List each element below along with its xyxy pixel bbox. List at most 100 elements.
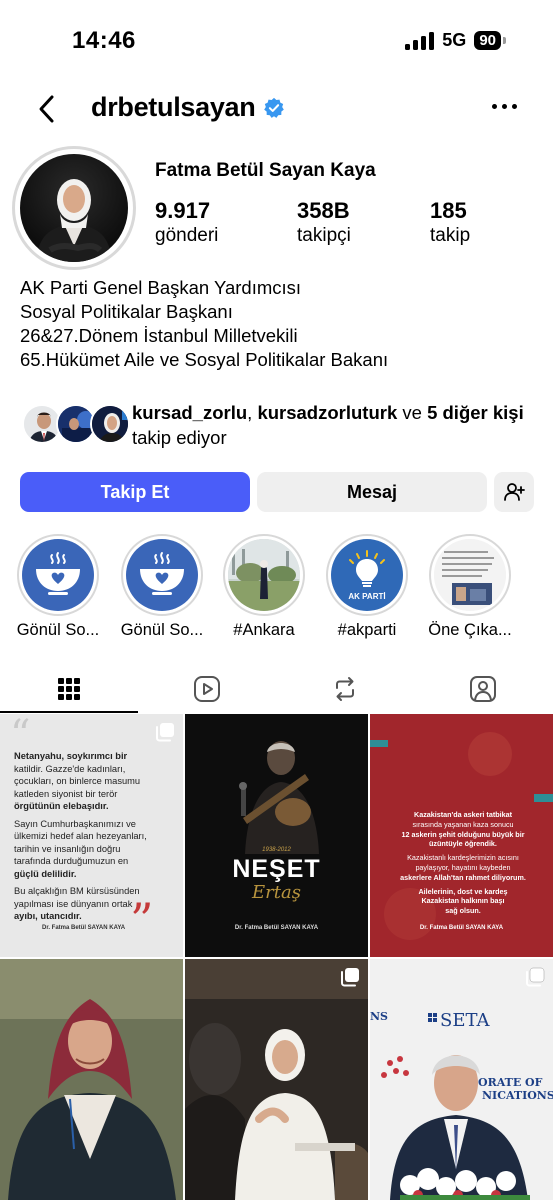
stat-following[interactable]: 185 takip: [430, 198, 470, 248]
grid-post[interactable]: [0, 959, 183, 1200]
message-button[interactable]: Mesaj: [257, 472, 487, 512]
status-indicators: 5G 90: [405, 30, 506, 51]
active-tab-indicator: [0, 711, 138, 713]
carousel-icon: [156, 723, 174, 742]
post-text-line: paylaşıyor, hayatını kaybeden: [415, 862, 511, 872]
stat-posts[interactable]: 9.917 gönderi: [155, 198, 297, 248]
post-text-line: üzüntüyle öğrendik.: [429, 839, 497, 849]
grid-post[interactable]: SETA ORATE OF NICATIONS NS: [370, 959, 553, 1200]
highlight-item[interactable]: Gönül So...: [117, 534, 207, 640]
conjunction: ve: [397, 402, 428, 423]
post-text-line: güçlü delilidir.: [14, 868, 77, 879]
post-text-line: 12 askerin şehit olduğunu büyük bir: [401, 829, 525, 839]
mutual-avatars: [22, 400, 132, 448]
battery-icon: 90: [474, 31, 506, 50]
seta-logo: SETA: [440, 1010, 490, 1031]
post-signature: Dr. Fatma Betül SAYAN KAYA: [42, 925, 126, 931]
bio-line: Sosyal Politikalar Başkanı: [20, 301, 233, 322]
post-text-line: yapılması ise dünyanın ortak: [14, 898, 133, 909]
highlight-label: #Ankara: [233, 621, 295, 639]
action-buttons: Takip Et Mesaj: [20, 472, 534, 512]
post-text-line: Kazakistanlı kardeşlerimizin acısını: [407, 853, 519, 863]
post-text-line: katleden siyonist bir terör: [14, 788, 118, 799]
banner-text: ORATE OF: [478, 1076, 543, 1089]
post-text-line: askerlere Allah'tan rahmet diliyorum.: [400, 872, 526, 882]
banner-text-left: NS: [370, 1010, 388, 1023]
highlight-photo: [228, 539, 300, 611]
follow-button[interactable]: Takip Et: [20, 472, 250, 512]
post-text-line: Kazakistan'da askeri tatbikat: [414, 810, 512, 819]
username-wrap: drbetulsayan: [91, 92, 285, 123]
post-text-line: Ailelerinin, dost ve kardeş: [418, 886, 508, 896]
highlight-item[interactable]: Öne Çıka...: [425, 534, 515, 640]
post-text-line: sırasında yaşanan kaza sonucu: [412, 819, 514, 829]
tab-tagged[interactable]: [414, 664, 552, 714]
status-bar: 14:46 5G 90: [0, 0, 553, 80]
tab-reels[interactable]: [138, 664, 276, 714]
highlight-label: Gönül So...: [120, 621, 204, 639]
mutual-user[interactable]: kursad_zorlu: [132, 402, 247, 423]
highlight-item[interactable]: #Ankara: [219, 534, 309, 640]
stat-followers[interactable]: 358B takipçi: [297, 198, 430, 248]
story-highlights: Gönül So... Gönül So... #Ankara AK PARTİ…: [0, 534, 553, 644]
followed-by[interactable]: kursad_zorlu, kursadzorluturk ve 5 diğer…: [22, 400, 542, 450]
post-text-line: Kazakistan halkının başı: [421, 896, 505, 906]
posts-grid: “ ” Netanyahu, soykırımcı bir katildir. …: [0, 714, 553, 1200]
signal-icon: [405, 31, 435, 50]
post-title: NEŞET: [232, 855, 321, 883]
carousel-icon: [341, 968, 359, 987]
back-arrow-icon[interactable]: [34, 94, 62, 124]
grid-icon: [58, 678, 80, 700]
soup-bowl-heart-icon: [22, 539, 94, 611]
stat-value: 9.917: [155, 198, 211, 223]
highlight-label: #akparti: [337, 621, 397, 639]
bio-line: 26&27.Dönem İstanbul Milletvekili: [20, 325, 298, 346]
highlight-ring: AK PARTİ: [326, 534, 408, 616]
profile-avatar-ring[interactable]: [12, 146, 136, 270]
highlight-label: Gönül So...: [16, 621, 100, 639]
ak-parti-logo-icon: AK PARTİ: [331, 539, 403, 611]
network-type: 5G: [442, 30, 467, 50]
followed-suffix: takip ediyor: [132, 427, 227, 448]
stat-value: 185: [430, 198, 467, 223]
tab-reposts[interactable]: [276, 664, 414, 714]
post-text-line: ayıbı, utancıdır.: [14, 911, 82, 921]
post-signature: Dr. Fatma Betül SAYAN KAYA: [419, 925, 504, 931]
highlight-label: Öne Çıka...: [428, 621, 512, 639]
post-text-line: çocukları, on binlerce masumu: [14, 776, 141, 786]
grid-post[interactable]: [185, 959, 368, 1200]
post-text-line: örgütünün elebaşıdır.: [14, 801, 109, 811]
grid-post[interactable]: “ ” Netanyahu, soykırımcı bir katildir. …: [0, 714, 183, 957]
profile-bio: AK Parti Genel Başkan Yardımcısı Sosyal …: [20, 276, 388, 372]
stat-label: takip: [430, 225, 471, 246]
bio-line: AK Parti Genel Başkan Yardımcısı: [20, 277, 302, 298]
grid-post[interactable]: 1938-2012 NEŞET Ertaş Dr. Fatma Betül SA…: [185, 714, 368, 957]
suggest-people-button[interactable]: [494, 472, 534, 512]
highlight-item[interactable]: Gönül So...: [13, 534, 103, 640]
profile-full-name: Fatma Betül Sayan Kaya: [155, 160, 376, 181]
stat-label: takipçi: [297, 225, 351, 246]
post-subtitle: Ertaş: [252, 882, 301, 903]
avatar: [90, 404, 130, 444]
stat-label: gönderi: [155, 225, 219, 246]
highlight-document-photo: [434, 539, 506, 611]
tab-posts[interactable]: [0, 664, 138, 714]
add-person-icon: [504, 483, 525, 501]
bio-line: 65.Hükümet Aile ve Sosyal Politikalar Ba…: [20, 349, 389, 370]
grid-post[interactable]: Kazakistan'da askeri tatbikat sırasında …: [370, 714, 553, 957]
status-time: 14:46: [72, 27, 136, 54]
post-text-line: ülkemizi hedef alan hezeyanları,: [14, 831, 147, 841]
highlight-ring: [17, 534, 99, 616]
mutual-others[interactable]: 5 diğer kişi: [427, 402, 524, 423]
mutual-user[interactable]: kursadzorluturk: [257, 402, 397, 423]
highlight-ring: [121, 534, 203, 616]
post-text-line: katildir. Gazze'de kadınları,: [14, 763, 126, 774]
profile-avatar: [20, 154, 128, 262]
stat-value: 358B: [297, 198, 350, 223]
highlight-item[interactable]: AK PARTİ #akparti: [322, 534, 412, 640]
more-options-icon[interactable]: [492, 104, 517, 109]
carousel-icon: [526, 967, 545, 987]
highlight-ring: [223, 534, 305, 616]
profile-header: drbetulsayan: [0, 86, 553, 132]
highlight-ring: [429, 534, 511, 616]
